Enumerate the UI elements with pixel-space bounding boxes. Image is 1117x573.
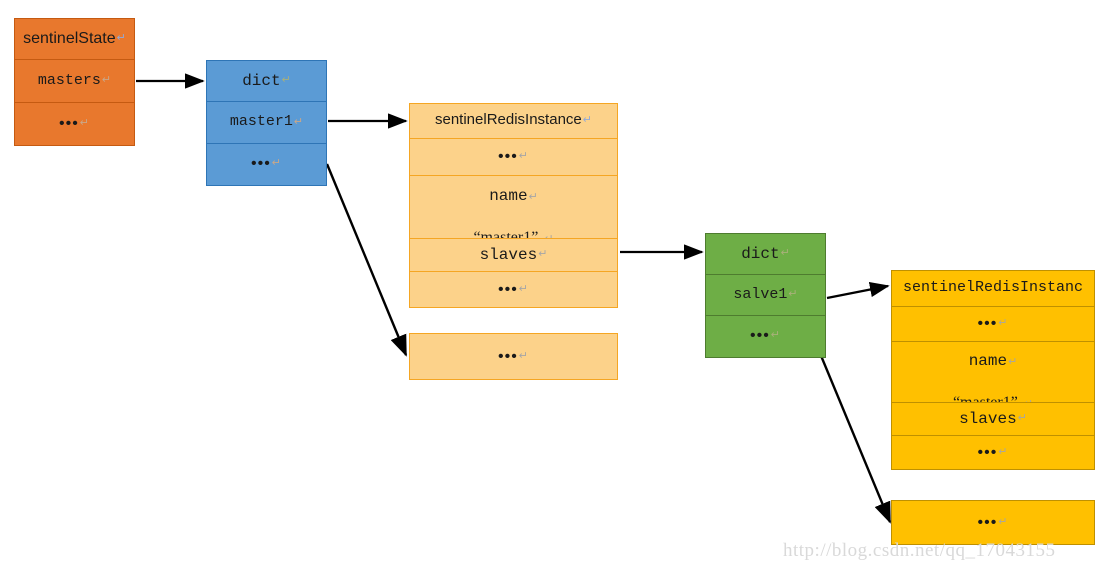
slave-instance-row-title[interactable]: sentinelRedisInstanc	[892, 271, 1094, 307]
ellipsis-label: •••	[497, 347, 518, 365]
pilcrow-icon: ↵	[518, 282, 530, 295]
master-instance-row-slaves[interactable]: slaves ↵	[410, 239, 617, 273]
ellipsis-label: •••	[977, 443, 998, 461]
pilcrow-icon: ↵	[281, 74, 291, 87]
ellipsis-label: •••	[250, 155, 271, 173]
masters-dict-node[interactable]: dict ↵ master1 ↵ ••• ↵	[206, 60, 327, 186]
masters-overflow-row[interactable]: ••• ↵	[410, 334, 617, 379]
dict-label: dict	[741, 245, 780, 264]
pilcrow-icon: ↵	[293, 115, 304, 128]
sentinelState-row-title[interactable]: sentinelState ↵	[15, 19, 134, 61]
master-instance-row-more-1[interactable]: ••• ↵	[410, 139, 617, 177]
ellipsis-label: •••	[977, 315, 998, 332]
slave-instance-row-more-1[interactable]: ••• ↵	[892, 307, 1094, 342]
sentinelState-row-more[interactable]: ••• ↵	[15, 103, 134, 145]
pilcrow-icon: ↵	[528, 190, 538, 203]
watermark: http://blog.csdn.net/qq_17043155	[783, 540, 1056, 561]
slaves-dict-node[interactable]: dict ↵ salve1 ↵ ••• ↵	[705, 233, 826, 358]
pilcrow-icon: ↵	[79, 116, 91, 129]
slaves-overflow-node[interactable]: ••• ↵	[891, 500, 1095, 545]
slave-instance-row-slaves[interactable]: slaves ↵	[892, 403, 1094, 436]
pilcrow-icon: ↵	[582, 113, 592, 126]
dict-more-to-overflow-arrow	[325, 163, 408, 357]
masters-label: masters	[37, 71, 101, 89]
ellipsis-label: •••	[749, 327, 770, 345]
slaves-overflow-row[interactable]: ••• ↵	[892, 501, 1094, 544]
master-sentinelRedisInstance-node[interactable]: sentinelRedisInstance ↵ ••• ↵ name↵ “maste…	[409, 103, 618, 308]
name-value-line: “master1”↵	[952, 373, 1033, 403]
name-line: name↵	[969, 342, 1018, 371]
master-instance-row-name[interactable]: name↵ “master1”↵	[410, 176, 617, 239]
slave-instance-row-name[interactable]: name↵ “master1”↵	[892, 342, 1094, 403]
diagram-canvas: sentinelState ↵ masters ↵ ••• ↵ dict ↵ maste…	[0, 0, 1117, 573]
pilcrow-icon: ↵	[770, 329, 782, 342]
ellipsis-label: •••	[497, 280, 518, 298]
master1-label: master1	[229, 113, 293, 131]
slaves-more-to-overflow-arrow	[810, 333, 892, 524]
master-instance-row-more-2[interactable]: ••• ↵	[410, 272, 617, 307]
name-line: name↵	[489, 176, 538, 206]
ellipsis-label: •••	[977, 513, 998, 531]
masters-overflow-node[interactable]: ••• ↵	[409, 333, 618, 380]
slaves-label: slaves	[959, 410, 1017, 428]
pilcrow-icon: ↵	[1008, 356, 1018, 368]
sentinelState-title-label: sentinelState	[23, 30, 116, 48]
masters-dict-row-master1[interactable]: master1 ↵	[207, 102, 326, 144]
slaves-dict-row-type[interactable]: dict ↵	[706, 234, 825, 276]
dict-label: dict	[242, 72, 281, 91]
name-label: name	[489, 186, 528, 205]
name-value-label: “master1”	[952, 394, 1018, 403]
pilcrow-icon: ↵	[518, 349, 530, 362]
pilcrow-icon: ↵	[518, 150, 530, 163]
sentinelState-node[interactable]: sentinelState ↵ masters ↵ ••• ↵	[14, 18, 135, 146]
name-value-label: “master1”	[473, 228, 539, 239]
slave-instance-row-more-2[interactable]: ••• ↵	[892, 436, 1094, 469]
masters-dict-row-more[interactable]: ••• ↵	[207, 144, 326, 185]
pilcrow-icon: ↵	[271, 157, 283, 170]
slaves-dict-row-salve1[interactable]: salve1 ↵	[706, 275, 825, 316]
masters-dict-row-type[interactable]: dict ↵	[207, 61, 326, 103]
pilcrow-icon: ↵	[116, 32, 126, 45]
pilcrow-icon: ↵	[998, 445, 1009, 458]
sentinelRedisInstanc-label: sentinelRedisInstanc	[902, 279, 1084, 297]
master-instance-row-title[interactable]: sentinelRedisInstance ↵	[410, 104, 617, 139]
name-value-line: “master1”↵	[473, 208, 553, 239]
pilcrow-icon: ↵	[788, 288, 798, 301]
pilcrow-icon: ↵	[538, 248, 548, 261]
sentinelRedisInstance-label: sentinelRedisInstance	[435, 111, 582, 129]
pilcrow-icon: ↵	[998, 317, 1009, 330]
slaves-dict-row-more[interactable]: ••• ↵	[706, 316, 825, 357]
name-label: name	[968, 352, 1008, 370]
slave-sentinelRedisInstanc-node[interactable]: sentinelRedisInstanc ••• ↵ name↵ “master1…	[891, 270, 1095, 470]
sentinelState-row-masters[interactable]: masters ↵	[15, 60, 134, 103]
pilcrow-icon: ↵	[101, 74, 112, 87]
pilcrow-icon: ↵	[998, 515, 1009, 528]
ellipsis-label: •••	[497, 147, 518, 165]
salve1-to-instance-arrow	[826, 281, 890, 300]
slaves-label: slaves	[479, 246, 538, 264]
pilcrow-icon: ↵	[1017, 412, 1027, 425]
salve1-label: salve1	[733, 285, 788, 303]
pilcrow-icon: ↵	[780, 247, 790, 260]
ellipsis-label: •••	[58, 114, 79, 132]
